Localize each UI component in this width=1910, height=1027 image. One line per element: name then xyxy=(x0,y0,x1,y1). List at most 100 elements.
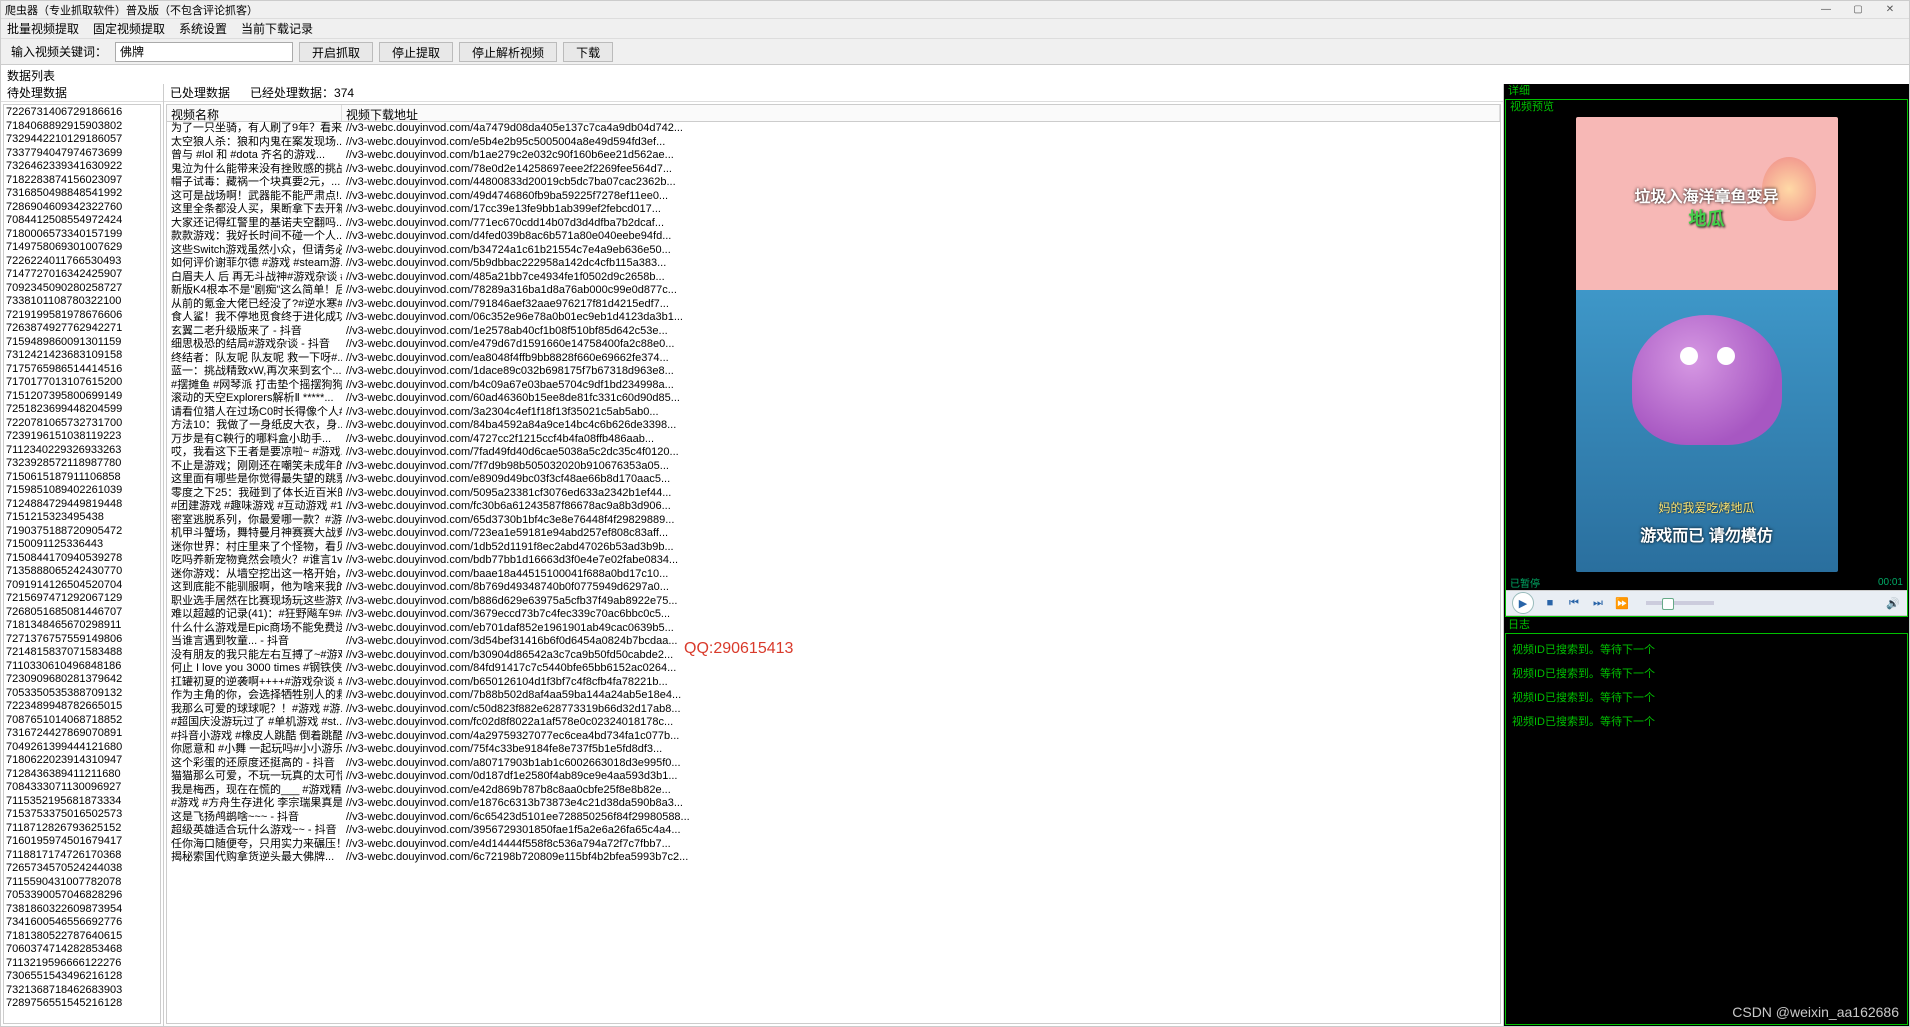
table-row[interactable]: #游戏 #方舟生存进化 李宗瑞果真是...//v3-webc.douyinvod… xyxy=(167,797,1500,811)
table-row[interactable]: 为了一只坐骑，有人刷了9年？看来...//v3-webc.douyinvod.c… xyxy=(167,122,1500,136)
table-row[interactable]: 难以超越的记录(41)：#狂野飚车9#a...//v3-webc.douyinv… xyxy=(167,608,1500,622)
table-row[interactable]: 揭秘索国代购拿货逆头最大佛牌...//v3-webc.douyinvod.com… xyxy=(167,851,1500,865)
list-item[interactable]: 7184068892915903802 xyxy=(6,120,158,134)
fast-forward-button[interactable]: ⏩ xyxy=(1614,595,1630,611)
table-row[interactable]: 你愿意和 #小舞 一起玩吗#小小游乐...//v3-webc.douyinvod… xyxy=(167,743,1500,757)
list-item[interactable]: 7337794047974673699 xyxy=(6,147,158,161)
table-row[interactable]: 鬼泣为什么能带来没有挫败感的挑战...//v3-webc.douyinvod.c… xyxy=(167,163,1500,177)
list-item[interactable]: 7128436389411211680 xyxy=(6,768,158,782)
menu-fixed-extract[interactable]: 固定视频提取 xyxy=(93,20,165,37)
table-row[interactable]: 这到底能不能驯服啊，他为啥来我的...//v3-webc.douyinvod.c… xyxy=(167,581,1500,595)
list-item[interactable]: 7326462339341630922 xyxy=(6,160,158,174)
play-button[interactable]: ▶ xyxy=(1512,592,1534,614)
list-item[interactable]: 7219199581978676606 xyxy=(6,309,158,323)
list-item[interactable]: 7113219596666122276 xyxy=(6,957,158,971)
list-item[interactable]: 7147727016342425907 xyxy=(6,268,158,282)
stop-button[interactable]: 停止提取 xyxy=(379,42,453,62)
list-item[interactable]: 7190375188720905472 xyxy=(6,525,158,539)
list-item[interactable]: 7271376757559149806 xyxy=(6,633,158,647)
list-item[interactable]: 7084333071130096927 xyxy=(6,781,158,795)
list-item[interactable]: 7306551543496216128 xyxy=(6,970,158,984)
list-item[interactable]: 7091914126504520704 xyxy=(6,579,158,593)
table-row[interactable]: 万步是有C鞅行的哪料盒小助手...//v3-webc.douyinvod.com… xyxy=(167,433,1500,447)
list-item[interactable]: 7226731406729186616 xyxy=(6,106,158,120)
table-row[interactable]: 如何评价谢菲尔德 #游戏 #steam游...//v3-webc.douyinv… xyxy=(167,257,1500,271)
download-button[interactable]: 下载 xyxy=(563,42,613,62)
table-row[interactable]: 超级英雄适合玩什么游戏~~ - 抖音//v3-webc.douyinvod.co… xyxy=(167,824,1500,838)
list-item[interactable]: 7110330610496848186 xyxy=(6,660,158,674)
list-item[interactable]: 7180006573340157199 xyxy=(6,228,158,242)
list-item[interactable]: 7049261399444121680 xyxy=(6,741,158,755)
list-item[interactable]: 7053390057046828296 xyxy=(6,889,158,903)
list-item[interactable]: 7092345090280258727 xyxy=(6,282,158,296)
table-row[interactable]: 吃吗养新宠物竟然会喷火？#谁言1vs4 #...//v3-webc.douyin… xyxy=(167,554,1500,568)
table-row[interactable]: 请看位猎人在过场C0时长得像个人#...//v3-webc.douyinvod.… xyxy=(167,406,1500,420)
list-item[interactable]: 7312421423683109158 xyxy=(6,349,158,363)
list-item[interactable]: 7230909680281379642 xyxy=(6,673,158,687)
table-row[interactable]: 没有朋友的我只能左右互搏了~#游戏...//v3-webc.douyinvod.… xyxy=(167,649,1500,663)
list-item[interactable]: 7316724427869070891 xyxy=(6,727,158,741)
list-item[interactable]: 7150844170940539278 xyxy=(6,552,158,566)
list-item[interactable]: 7153753375016502573 xyxy=(6,808,158,822)
list-item[interactable]: 7118712826793625152 xyxy=(6,822,158,836)
list-item[interactable]: 7341600546556692776 xyxy=(6,916,158,930)
list-item[interactable]: 7289756551545216128 xyxy=(6,997,158,1011)
close-button[interactable]: ✕ xyxy=(1883,3,1897,17)
list-item[interactable]: 7316850498848541992 xyxy=(6,187,158,201)
table-row[interactable]: 太空狼人杀：狼和内鬼在案发现场...//v3-webc.douyinvod.co… xyxy=(167,136,1500,150)
table-row[interactable]: 猫猫那么可爱，不玩一玩真的太可惜...//v3-webc.douyinvod.c… xyxy=(167,770,1500,784)
col-video-name[interactable]: 视频名称 xyxy=(167,105,342,121)
list-item[interactable]: 7251823699448204599 xyxy=(6,403,158,417)
list-item[interactable]: 7214815837071583488 xyxy=(6,646,158,660)
list-item[interactable]: 7321368718462683903 xyxy=(6,984,158,998)
table-row[interactable]: 职业选手居然在比赛现场玩这些游戏...//v3-webc.douyinvod.c… xyxy=(167,595,1500,609)
pending-id-list[interactable]: 7226731406729186616718406889291590380273… xyxy=(3,104,161,1024)
menu-settings[interactable]: 系统设置 xyxy=(179,20,227,37)
list-item[interactable]: 7329442210129186057 xyxy=(6,133,158,147)
table-row[interactable]: 扛罐初夏的逆袭啊++++#游戏杂谈 #8...//v3-webc.douyinv… xyxy=(167,676,1500,690)
list-item[interactable]: 7263874927762942271 xyxy=(6,322,158,336)
minimize-button[interactable]: — xyxy=(1819,3,1833,17)
list-item[interactable]: 7181380522787640615 xyxy=(6,930,158,944)
table-row[interactable]: 任你海口随便夸，只用实力来碾压！...//v3-webc.douyinvod.c… xyxy=(167,838,1500,852)
table-row[interactable]: 迷你世界：村庄里来了个怪物，看见...//v3-webc.douyinvod.c… xyxy=(167,541,1500,555)
list-item[interactable]: 7226224011766530493 xyxy=(6,255,158,269)
list-item[interactable]: 7149758069301007629 xyxy=(6,241,158,255)
list-item[interactable]: 7115590431007782078 xyxy=(6,876,158,890)
list-item[interactable]: 7087651014068718852 xyxy=(6,714,158,728)
table-row[interactable]: 密室逃脱系列，你最爱哪一款？#游...//v3-webc.douyinvod.c… xyxy=(167,514,1500,528)
keyword-input[interactable] xyxy=(115,42,293,62)
table-row[interactable]: 这里全条都没人买，果断拿下去开箱...//v3-webc.douyinvod.c… xyxy=(167,203,1500,217)
table-row[interactable]: 方法10：我做了一身纸皮大衣，身...//v3-webc.douyinvod.c… xyxy=(167,419,1500,433)
table-row[interactable]: 这里面有哪些是你觉得最失望的跳票...//v3-webc.douyinvod.c… xyxy=(167,473,1500,487)
list-item[interactable]: 7112340229326933263 xyxy=(6,444,158,458)
list-item[interactable]: 7268051685081446707 xyxy=(6,606,158,620)
list-item[interactable]: 7180622023914310947 xyxy=(6,754,158,768)
stop-parse-button[interactable]: 停止解析视频 xyxy=(459,42,557,62)
list-item[interactable]: 7239196151038119223 xyxy=(6,430,158,444)
video-table[interactable]: 为了一只坐骑，有人刷了9年？看来...//v3-webc.douyinvod.c… xyxy=(166,122,1501,1024)
table-row[interactable]: 当谁言遇到牧童... - 抖音//v3-webc.douyinvod.com/3… xyxy=(167,635,1500,649)
table-row[interactable]: 从前的氪金大佬已经没了?#逆水寒#...//v3-webc.douyinvod.… xyxy=(167,298,1500,312)
table-row[interactable]: 终结者：队友呢 队友呢 救一下呀#...//v3-webc.douyinvod.… xyxy=(167,352,1500,366)
table-row[interactable]: 这可是战场啊！武器能不能严肃点!...//v3-webc.douyinvod.c… xyxy=(167,190,1500,204)
table-row[interactable]: #抖音小游戏 #橡皮人跳酷 倒着跳酷...//v3-webc.douyinvod… xyxy=(167,730,1500,744)
maximize-button[interactable]: ▢ xyxy=(1851,3,1865,17)
menu-batch-extract[interactable]: 批量视频提取 xyxy=(7,20,79,37)
volume-slider[interactable] xyxy=(1646,601,1714,605)
next-button[interactable]: ⏭ xyxy=(1590,595,1606,611)
list-item[interactable]: 7265734570524244038 xyxy=(6,862,158,876)
table-row[interactable]: 零度之下25：我碰到了体长近百米的...//v3-webc.douyinvod.… xyxy=(167,487,1500,501)
list-item[interactable]: 7150615187911106858 xyxy=(6,471,158,485)
video-preview[interactable]: 垃圾入海洋章鱼变异 地瓜 妈的我爱吃烤地瓜 游戏而已 请勿模仿 xyxy=(1506,114,1907,574)
table-row[interactable]: 我是梅西，现在在慌的___ #游戏精...//v3-webc.douyinvod… xyxy=(167,784,1500,798)
table-row[interactable]: 新版K4根本不是"剧痴"这么简单！后...//v3-webc.douyinvod… xyxy=(167,284,1500,298)
table-row[interactable]: 不止是游戏；刚刚还在嘲笑未成年的...//v3-webc.douyinvod.c… xyxy=(167,460,1500,474)
table-row[interactable]: 滚动的天空Explorers解析Ⅱ *****...//v3-webc.douy… xyxy=(167,392,1500,406)
log-output[interactable]: 视频ID已搜索到。等待下一个视频ID已搜索到。等待下一个视频ID已搜索到。等待下… xyxy=(1506,634,1907,1024)
table-row[interactable]: 迷你游戏：从墙空挖出这一格开始，...//v3-webc.douyinvod.c… xyxy=(167,568,1500,582)
table-row[interactable]: 帽子试毒：藏祸一个块真要2元，...//v3-webc.douyinvod.co… xyxy=(167,176,1500,190)
table-row[interactable]: #团建游戏 #趣味游戏 #互动游戏 #1...//v3-webc.douyinv… xyxy=(167,500,1500,514)
list-item[interactable]: 7381860322609873954 xyxy=(6,903,158,917)
table-row[interactable]: 玄翼二老升级版来了 - 抖音//v3-webc.douyinvod.com/1e… xyxy=(167,325,1500,339)
